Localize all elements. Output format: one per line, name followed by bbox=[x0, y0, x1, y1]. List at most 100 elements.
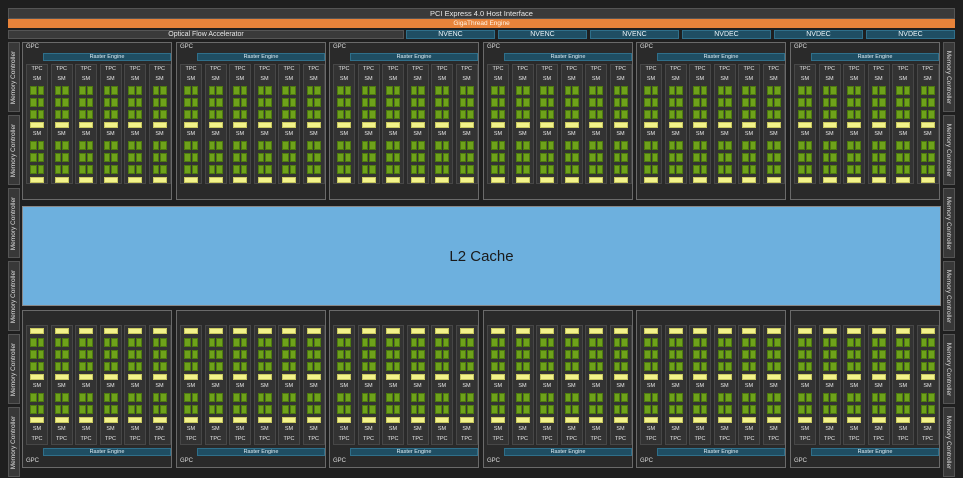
cuda-core-block bbox=[103, 141, 118, 150]
sm-label: SM bbox=[744, 76, 754, 82]
cuda-core-block bbox=[717, 405, 732, 414]
core-cell bbox=[459, 98, 466, 107]
raster-engine: Raster Engine bbox=[657, 448, 785, 456]
cuda-core-block bbox=[79, 165, 93, 174]
cuda-core-block bbox=[386, 98, 400, 107]
tpc-label: TPC bbox=[129, 436, 141, 442]
core-cell bbox=[903, 110, 910, 119]
core-cell bbox=[393, 98, 400, 107]
tpc: TPC SM SM bbox=[867, 64, 890, 184]
core-cell bbox=[79, 98, 86, 107]
core-cell bbox=[344, 98, 351, 107]
sm-label: SM bbox=[211, 383, 220, 389]
core-cell bbox=[766, 110, 773, 119]
sm-label: SM bbox=[800, 426, 810, 432]
core-cell bbox=[920, 86, 927, 95]
core-cell bbox=[749, 86, 756, 95]
core-cell bbox=[774, 165, 781, 174]
core-cell bbox=[896, 393, 903, 402]
cuda-core-block bbox=[822, 98, 837, 107]
tpc: SM SM TPC bbox=[124, 325, 146, 445]
tpc-label: TPC bbox=[848, 66, 860, 72]
core-cell bbox=[871, 350, 878, 359]
core-cell bbox=[742, 110, 749, 119]
tpc-label: TPC bbox=[154, 436, 165, 442]
core-cell bbox=[216, 153, 223, 162]
core-cell bbox=[564, 362, 571, 371]
sm-label: SM bbox=[413, 131, 422, 137]
core-cell bbox=[700, 165, 707, 174]
core-cell bbox=[749, 350, 756, 359]
texture-unit bbox=[613, 177, 628, 183]
core-cell bbox=[54, 110, 61, 119]
core-cell bbox=[314, 393, 321, 402]
core-cell bbox=[314, 153, 321, 162]
core-cell bbox=[111, 362, 118, 371]
core-cell bbox=[700, 362, 707, 371]
cuda-core-block bbox=[668, 338, 683, 347]
core-cell bbox=[896, 350, 903, 359]
tpc: SM SM TPC bbox=[253, 325, 276, 445]
sm-label: SM bbox=[744, 131, 754, 137]
texture-unit bbox=[822, 177, 837, 183]
core-cell bbox=[871, 165, 878, 174]
texture-unit bbox=[30, 177, 44, 183]
tpc-label: TPC bbox=[670, 436, 681, 442]
cuda-core-block bbox=[208, 338, 223, 347]
sm-label: SM bbox=[186, 131, 196, 137]
core-cell bbox=[564, 165, 571, 174]
tpc-label: TPC bbox=[694, 66, 706, 72]
core-cell bbox=[386, 110, 393, 119]
core-cell bbox=[879, 362, 886, 371]
core-cell bbox=[208, 338, 215, 347]
cuda-core-block bbox=[668, 86, 683, 95]
cuda-core-block bbox=[613, 98, 628, 107]
cuda-core-block bbox=[668, 393, 683, 402]
cuda-core-block bbox=[337, 86, 351, 95]
core-cell bbox=[491, 110, 498, 119]
cuda-core-block bbox=[798, 350, 812, 359]
sm-label: SM bbox=[849, 76, 859, 82]
core-cell bbox=[257, 405, 264, 414]
core-cell bbox=[523, 110, 530, 119]
core-cell bbox=[668, 350, 675, 359]
core-cell bbox=[208, 393, 215, 402]
cuda-core-block bbox=[386, 393, 400, 402]
core-cell bbox=[879, 153, 886, 162]
core-cell bbox=[822, 86, 829, 95]
core-cell bbox=[103, 86, 110, 95]
cuda-core-block bbox=[798, 110, 812, 119]
sm-label: SM bbox=[32, 426, 42, 432]
cuda-core-block bbox=[540, 362, 554, 371]
core-cell bbox=[766, 86, 773, 95]
core-cell bbox=[393, 110, 400, 119]
sm-label: SM bbox=[309, 131, 318, 137]
codec-nvdec: NVDEC bbox=[682, 30, 771, 39]
core-cell bbox=[676, 153, 683, 162]
cuda-core-block bbox=[896, 98, 910, 107]
cuda-core-block bbox=[798, 362, 812, 371]
cuda-core-block bbox=[644, 393, 658, 402]
cuda-core-block bbox=[540, 110, 554, 119]
core-cell bbox=[847, 86, 854, 95]
tpc-label: TPC bbox=[799, 436, 811, 442]
texture-unit bbox=[896, 374, 910, 380]
cuda-core-block bbox=[491, 393, 505, 402]
core-cell bbox=[111, 338, 118, 347]
cuda-core-block bbox=[742, 405, 756, 414]
cuda-core-block bbox=[208, 110, 223, 119]
texture-unit bbox=[515, 328, 530, 334]
core-cell bbox=[572, 362, 579, 371]
tpc-label: TPC bbox=[517, 66, 528, 72]
texture-unit bbox=[644, 122, 658, 128]
sm-label: SM bbox=[284, 76, 294, 82]
memory-controller: Memory Controller bbox=[943, 261, 955, 331]
texture-unit bbox=[306, 374, 321, 380]
core-cell bbox=[418, 362, 425, 371]
cuda-core-block bbox=[564, 405, 579, 414]
core-cell bbox=[314, 141, 321, 150]
sm-label: SM bbox=[388, 426, 398, 432]
cuda-core-block bbox=[742, 338, 756, 347]
cuda-core-block bbox=[491, 165, 505, 174]
sm-label: SM bbox=[493, 426, 503, 432]
